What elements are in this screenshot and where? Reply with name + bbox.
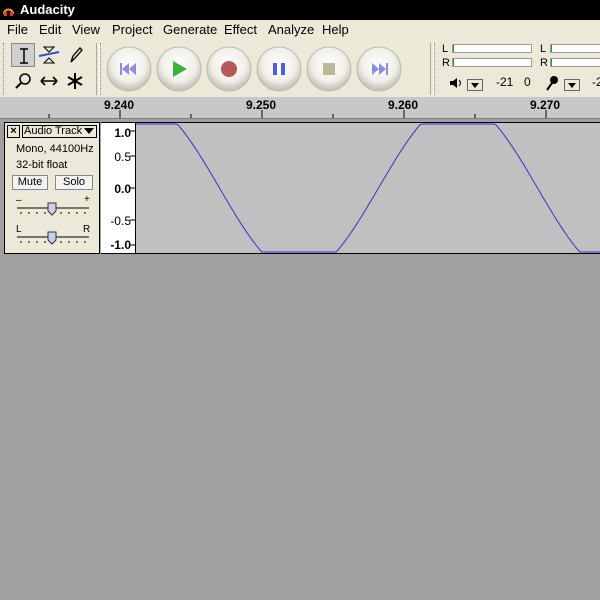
- menu-effect[interactable]: Effect: [224, 22, 257, 37]
- skip-to-start-button[interactable]: [106, 44, 152, 92]
- time-shift-tool-button[interactable]: [37, 69, 61, 93]
- menu-view[interactable]: View: [72, 22, 100, 37]
- chevron-down-icon: [471, 83, 479, 88]
- track-bitdepth: 32-bit float: [16, 159, 68, 171]
- menu-edit[interactable]: Edit: [39, 22, 61, 37]
- multi-tool-button[interactable]: [63, 69, 87, 93]
- amplitude-scale[interactable]: 1.0 0.5 0.0 -0.5 -1.0: [101, 122, 136, 254]
- ruler-label: 9.250: [246, 98, 277, 112]
- menu-bar: File Edit View Project Generate Effect A…: [0, 20, 600, 39]
- record-right-label: R: [540, 57, 548, 69]
- double-arrow-icon: [40, 76, 58, 86]
- meter-grip[interactable]: [434, 43, 437, 95]
- track-control-panel: × Audio Track Mono, 44100Hz 32-bit float…: [4, 122, 100, 254]
- menu-generate[interactable]: Generate: [163, 22, 217, 37]
- record-left-label: L: [540, 43, 547, 55]
- record-left-bar: [550, 44, 600, 53]
- waveform: [136, 123, 600, 253]
- close-icon: ×: [10, 125, 17, 137]
- mute-button[interactable]: Mute: [12, 175, 48, 190]
- solo-button[interactable]: Solo: [55, 175, 93, 190]
- magnifier-icon: [15, 73, 31, 89]
- speaker-icon: [450, 78, 461, 88]
- timeline-ruler[interactable]: 9.240 9.250 9.260 9.270: [0, 97, 600, 119]
- draw-tool-button[interactable]: [63, 43, 87, 67]
- toolbar-grip[interactable]: [3, 43, 6, 95]
- track-name: Audio Track: [24, 125, 83, 137]
- record-meter: L R -2: [538, 39, 600, 97]
- selection-tool-button[interactable]: [11, 43, 35, 67]
- playback-left-bar: [452, 44, 532, 53]
- record-meter-dropdown[interactable]: [564, 79, 580, 91]
- waveform-line: [136, 123, 600, 253]
- playback-scale-label: 0: [524, 75, 531, 89]
- stop-button[interactable]: [306, 44, 352, 92]
- asterisk-icon: [67, 73, 83, 89]
- menu-analyze[interactable]: Analyze: [268, 22, 314, 37]
- record-scale-label: -2: [592, 75, 600, 89]
- track-name-menu[interactable]: Audio Track: [22, 125, 97, 138]
- stop-icon: [323, 63, 335, 75]
- zoom-tool-button[interactable]: [11, 69, 35, 93]
- ruler-label: 9.240: [104, 98, 135, 112]
- ruler-label: 9.270: [530, 98, 561, 112]
- pan-slider[interactable]: [15, 230, 91, 246]
- playback-right-label: R: [442, 57, 450, 69]
- audio-track: × Audio Track Mono, 44100Hz 32-bit float…: [4, 122, 600, 254]
- playback-scale-label: -21: [496, 75, 514, 89]
- title-bar: Audacity: [0, 0, 600, 20]
- pause-button[interactable]: [256, 44, 302, 92]
- record-right-bar: [550, 58, 600, 67]
- playback-right-bar: [452, 58, 532, 67]
- chevron-down-icon: [568, 83, 576, 88]
- record-button[interactable]: [206, 44, 252, 92]
- menu-help[interactable]: Help: [322, 22, 349, 37]
- scale-ticks: [130, 130, 135, 246]
- skip-to-end-button[interactable]: [356, 44, 402, 92]
- waveform-area[interactable]: [136, 122, 600, 254]
- play-button[interactable]: [156, 44, 202, 92]
- playback-meter-dropdown[interactable]: [467, 79, 483, 91]
- chevron-down-icon: [84, 128, 94, 134]
- toolbar: L R -21 0 L R -2: [0, 39, 600, 98]
- ruler-label: 9.260: [388, 98, 419, 112]
- playback-left-label: L: [442, 43, 449, 55]
- playback-meter: L R -21 0: [440, 39, 536, 97]
- audacity-logo-icon: [3, 8, 14, 16]
- menu-project[interactable]: Project: [112, 22, 152, 37]
- menu-file[interactable]: File: [7, 22, 28, 37]
- transport-grip[interactable]: [100, 43, 103, 95]
- i-beam-icon: [20, 48, 28, 64]
- gain-slider[interactable]: [15, 201, 91, 217]
- track-format: Mono, 44100Hz: [16, 143, 94, 155]
- pencil-icon: [70, 47, 83, 63]
- envelope-tool-button[interactable]: [37, 43, 61, 67]
- window-title: Audacity: [20, 2, 75, 17]
- envelope-icon: [38, 46, 60, 64]
- ruler-ticks: [48, 110, 547, 118]
- microphone-icon: [546, 76, 558, 91]
- track-close-button[interactable]: ×: [7, 125, 20, 138]
- record-icon: [221, 61, 237, 77]
